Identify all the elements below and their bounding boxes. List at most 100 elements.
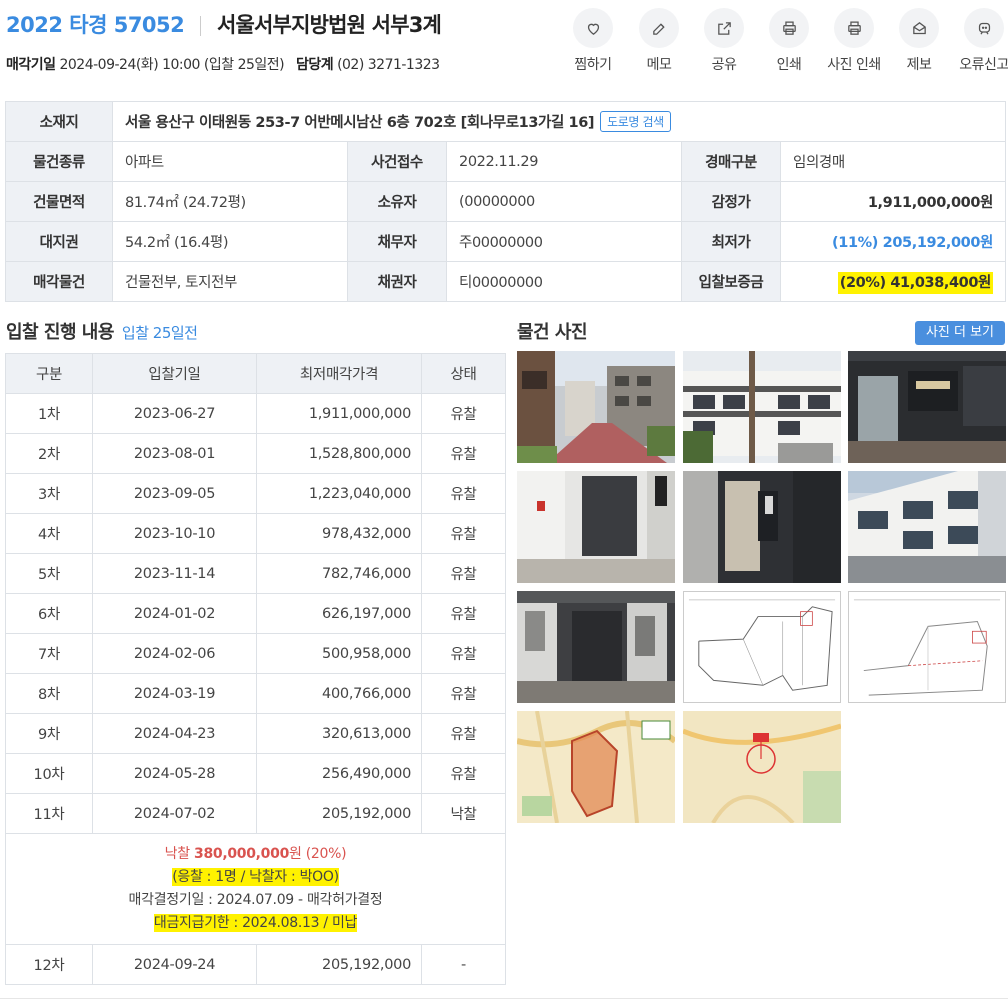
land-value: 54.2㎡ (16.4평) bbox=[112, 221, 348, 262]
heart-icon bbox=[587, 23, 599, 35]
auction-type-value: 임의경매 bbox=[780, 141, 1006, 182]
favorite-button[interactable]: 찜하기 bbox=[563, 8, 623, 74]
owner-value: (00000000 bbox=[446, 181, 682, 222]
round-cell: 10차 bbox=[5, 753, 93, 794]
table-row: 1차 2023-06-27 1,911,000,000 유찰 bbox=[5, 393, 506, 434]
property-photo-hallway[interactable] bbox=[517, 471, 675, 583]
bidding-title: 입찰 진행 내용 bbox=[6, 322, 114, 343]
price-cell: 500,958,000 bbox=[256, 633, 422, 674]
table-header-row: 구분 입찰기일 최저매각가격 상태 bbox=[5, 353, 506, 394]
date-cell: 2023-08-01 bbox=[92, 433, 257, 474]
table-row: 10차 2024-05-28 256,490,000 유찰 bbox=[5, 753, 506, 794]
bidders-line: (응찰 : 1명 / 낙찰자 : 박OO) bbox=[6, 866, 505, 889]
price-cell: 1,528,800,000 bbox=[256, 433, 422, 474]
print-icon bbox=[847, 20, 861, 35]
table-row: 2차 2023-08-01 1,528,800,000 유찰 bbox=[5, 433, 506, 474]
date-cell: 2024-02-06 bbox=[92, 633, 257, 674]
info-row: 건물면적 81.74㎡ (24.72평) 소유자 (00000000 감정가 1… bbox=[5, 181, 1006, 222]
bidding-section-title: 입찰 진행 내용 입찰 25일전 bbox=[6, 318, 198, 344]
memo-label: 메모 bbox=[646, 57, 672, 73]
price-cell: 400,766,000 bbox=[256, 673, 422, 714]
mail-icon bbox=[912, 21, 926, 34]
round-cell: 1차 bbox=[5, 393, 93, 434]
price-cell: 205,192,000 bbox=[256, 944, 422, 985]
receipt-label: 사건접수 bbox=[347, 141, 447, 182]
round-cell: 3차 bbox=[5, 473, 93, 514]
status-cell: 유찰 bbox=[421, 473, 506, 514]
status-cell: 유찰 bbox=[421, 593, 506, 634]
land-label: 대지권 bbox=[5, 221, 113, 262]
column-header: 상태 bbox=[421, 353, 506, 394]
property-photo-facade[interactable] bbox=[848, 471, 1006, 583]
print-button[interactable]: 인쇄 bbox=[759, 8, 819, 74]
price-cell: 256,490,000 bbox=[256, 753, 422, 794]
type-label: 물건종류 bbox=[5, 141, 113, 182]
share-button[interactable]: 공유 bbox=[694, 8, 754, 74]
status-cell: 유찰 bbox=[421, 553, 506, 594]
sale-date: 2024-09-24(화) 10:00 (입찰 25일전) bbox=[59, 57, 285, 73]
table-row: 5차 2023-11-14 782,746,000 유찰 bbox=[5, 553, 506, 594]
status-cell: 유찰 bbox=[421, 633, 506, 674]
property-location-map[interactable] bbox=[683, 711, 841, 823]
error-report-button[interactable]: 오류신고 bbox=[954, 8, 1008, 74]
property-photo-entrance[interactable] bbox=[848, 351, 1006, 463]
column-header: 최저매각가격 bbox=[256, 353, 422, 394]
status-cell: - bbox=[421, 944, 506, 985]
creditor-value: 티00000000 bbox=[446, 261, 682, 302]
column-header: 구분 bbox=[5, 353, 93, 394]
info-row: 물건종류 아파트 사건접수 2022.11.29 경매구분 임의경매 bbox=[5, 141, 1006, 182]
round-cell: 6차 bbox=[5, 593, 93, 634]
date-cell: 2023-10-10 bbox=[92, 513, 257, 554]
more-photos-button[interactable]: 사진 더 보기 bbox=[915, 321, 1005, 345]
table-row: 4차 2023-10-10 978,432,000 유찰 bbox=[5, 513, 506, 554]
appraisal-label: 감정가 bbox=[681, 181, 781, 222]
owner-label: 소유자 bbox=[347, 181, 447, 222]
sold-line: 낙찰 380,000,000원 (20%) bbox=[6, 843, 505, 866]
auction-type-label: 경매구분 bbox=[681, 141, 781, 182]
sold-unit: 원 bbox=[289, 846, 302, 862]
info-row: 대지권 54.2㎡ (16.4평) 채무자 주00000000 최저가 (11%… bbox=[5, 221, 1006, 262]
round-cell: 8차 bbox=[5, 673, 93, 714]
location-cell: 서울 용산구 이태원동 253-7 어반메시남산 6층 702호 [회나무로13… bbox=[112, 101, 1006, 142]
memo-button[interactable]: 메모 bbox=[629, 8, 689, 74]
dept-phone: (02) 3271-1323 bbox=[337, 57, 440, 73]
table-row: 6차 2024-01-02 626,197,000 유찰 bbox=[5, 593, 506, 634]
price-cell: 782,746,000 bbox=[256, 553, 422, 594]
bidding-history-table: 구분 입찰기일 최저매각가격 상태 1차 2023-06-27 1,911,000,… bbox=[5, 353, 506, 985]
favorite-label: 찜하기 bbox=[574, 57, 612, 73]
bidding-table-body: 구분 입찰기일 최저매각가격 상태 1차 2023-06-27 1,911,000,… bbox=[5, 353, 506, 985]
table-row: 12차 2024-09-24 205,192,000- bbox=[5, 944, 506, 985]
table-row: 11차 2024-07-02 205,192,000 낙찰 bbox=[5, 793, 506, 834]
status-cell: 유찰 bbox=[421, 673, 506, 714]
property-photo-street[interactable] bbox=[517, 351, 675, 463]
payment-line: 대금지급기한 : 2024.08.13 / 미납 bbox=[6, 912, 505, 935]
road-search-button[interactable]: 도로명 검색 bbox=[600, 111, 671, 132]
deposit-cell: (20%) 41,038,400원 bbox=[780, 261, 1006, 302]
report-button[interactable]: 제보 bbox=[889, 8, 949, 74]
photo-print-button[interactable]: 사진 인쇄 bbox=[824, 8, 884, 74]
date-cell: 2024-07-02 bbox=[92, 793, 257, 834]
round-cell: 12차 bbox=[5, 944, 93, 985]
property-site-plan[interactable] bbox=[848, 591, 1006, 703]
type-value: 아파트 bbox=[112, 141, 348, 182]
sale-date-label: 매각기일 bbox=[6, 57, 56, 73]
info-row: 소재지 서울 용산구 이태원동 253-7 어반메시남산 6층 702호 [회나… bbox=[5, 101, 1006, 142]
location-address: 서울 용산구 이태원동 253-7 어반메시남산 6층 702호 [회나무로13… bbox=[125, 115, 595, 131]
print-label: 인쇄 bbox=[776, 57, 802, 73]
property-cadastral-map[interactable] bbox=[517, 711, 675, 823]
property-photo-building[interactable] bbox=[683, 351, 841, 463]
round-cell: 7차 bbox=[5, 633, 93, 674]
status-cell: 낙찰 bbox=[421, 793, 506, 834]
dept-label: 담당계 bbox=[295, 57, 334, 73]
round-cell: 11차 bbox=[5, 793, 93, 834]
property-photo-lobby[interactable] bbox=[683, 471, 841, 583]
round-cell: 9차 bbox=[5, 713, 93, 754]
date-cell: 2024-04-23 bbox=[92, 713, 257, 754]
date-cell: 2024-05-28 bbox=[92, 753, 257, 794]
property-photo-interior[interactable] bbox=[517, 591, 675, 703]
creditor-label: 채권자 bbox=[347, 261, 447, 302]
share-icon bbox=[717, 21, 731, 35]
bottom-divider bbox=[0, 998, 1008, 999]
property-floor-plan[interactable] bbox=[683, 591, 841, 703]
round-cell: 5차 bbox=[5, 553, 93, 594]
